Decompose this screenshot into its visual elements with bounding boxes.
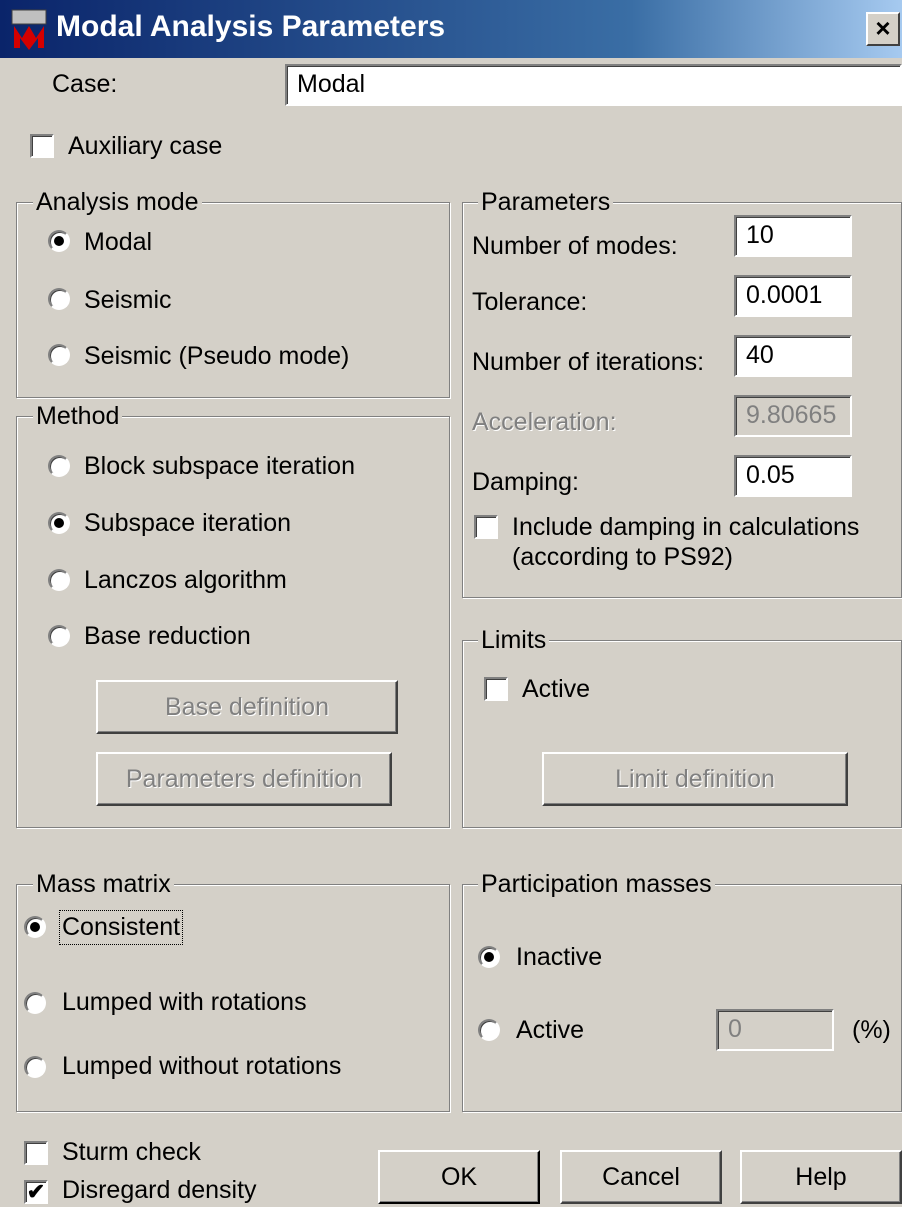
limits-active-label: Active [522,675,591,703]
sturm-check-checkbox[interactable] [24,1141,48,1165]
checkmark-icon: ✔ [26,1179,46,1204]
method-block-subspace-radio[interactable] [48,455,70,477]
analysis-mode-modal-label: Modal [84,228,153,256]
analysis-mode-seismic-pseudo-label: Seismic (Pseudo mode) [84,342,350,370]
radio-selected-dot [484,952,494,962]
case-label: Case: [52,70,118,98]
participation-active-radio[interactable] [478,1019,500,1041]
participation-inactive-radio[interactable] [478,946,500,968]
mass-matrix-lumped-without-rotations-radio[interactable] [24,1056,46,1078]
radio-selected-dot [54,236,64,246]
method-base-reduction-radio[interactable] [48,625,70,647]
radio-selected-dot [54,518,64,528]
limit-definition-button[interactable]: Limit definition [542,752,848,806]
method-base-reduction-label: Base reduction [84,622,251,650]
disregard-density-label: Disregard density [62,1176,257,1204]
include-damping-label-line1: Include damping in calculations [512,513,860,541]
mass-matrix-legend: Mass matrix [33,871,174,897]
ok-button[interactable]: OK [378,1150,540,1204]
close-button[interactable]: × [866,12,900,46]
close-icon: × [875,13,891,43]
cancel-button[interactable]: Cancel [560,1150,722,1204]
parameters-legend: Parameters [478,189,614,215]
method-lanczos-label: Lanczos algorithm [84,566,287,594]
tolerance-input[interactable]: 0.0001 [734,275,852,317]
analysis-mode-legend: Analysis mode [33,189,202,215]
window-title: Modal Analysis Parameters [56,10,446,43]
participation-inactive-label: Inactive [516,943,603,971]
participation-masses-legend: Participation masses [478,871,715,897]
mass-matrix-lumped-without-rotations-label: Lumped without rotations [62,1052,342,1080]
analysis-mode-modal-radio[interactable] [48,230,70,252]
method-legend: Method [33,403,123,429]
analysis-mode-seismic-label: Seismic [84,286,172,314]
number-of-iterations-input[interactable]: 40 [734,335,852,377]
number-of-modes-label: Number of modes: [472,232,678,260]
number-of-iterations-label: Number of iterations: [472,348,705,376]
number-of-modes-input[interactable]: 10 [734,215,852,257]
title-bar: Modal Analysis Parameters × [0,0,902,58]
damping-label: Damping: [472,468,579,496]
disregard-density-checkbox[interactable]: ✔ [24,1180,48,1204]
limits-legend: Limits [478,627,550,653]
robot-app-icon[interactable] [10,8,48,50]
mass-matrix-lumped-with-rotations-label: Lumped with rotations [62,988,307,1016]
analysis-mode-seismic-pseudo-radio[interactable] [48,344,70,366]
include-damping-checkbox[interactable] [474,515,498,539]
method-subspace-label: Subspace iteration [84,509,292,537]
limits-active-checkbox[interactable] [484,677,508,701]
mass-matrix-lumped-with-rotations-radio[interactable] [24,992,46,1014]
sturm-check-label: Sturm check [62,1138,201,1166]
method-lanczos-radio[interactable] [48,569,70,591]
participation-percent-unit: (%) [852,1016,891,1044]
method-block-subspace-label: Block subspace iteration [84,452,355,480]
participation-masses-group [462,884,902,1112]
acceleration-label: Acceleration: [472,408,617,436]
include-damping-label-line2: (according to PS92) [512,543,733,571]
acceleration-input[interactable]: 9.80665 [734,395,852,437]
tolerance-label: Tolerance: [472,288,588,316]
mass-matrix-consistent-radio[interactable] [24,916,46,938]
auxiliary-case-label: Auxiliary case [68,132,223,160]
method-subspace-radio[interactable] [48,512,70,534]
mass-matrix-consistent-label: Consistent [58,910,184,945]
radio-selected-dot [30,922,40,932]
base-definition-button[interactable]: Base definition [96,680,398,734]
analysis-mode-seismic-radio[interactable] [48,288,70,310]
damping-input[interactable]: 0.05 [734,455,852,497]
parameters-definition-button[interactable]: Parameters definition [96,752,392,806]
auxiliary-case-checkbox[interactable] [30,134,54,158]
participation-percent-input[interactable]: 0 [716,1009,834,1051]
help-button[interactable]: Help [740,1150,902,1204]
include-damping-label: Include damping in calculations (accordi… [512,512,859,572]
participation-active-label: Active [516,1016,585,1044]
case-input[interactable]: Modal [285,64,902,106]
